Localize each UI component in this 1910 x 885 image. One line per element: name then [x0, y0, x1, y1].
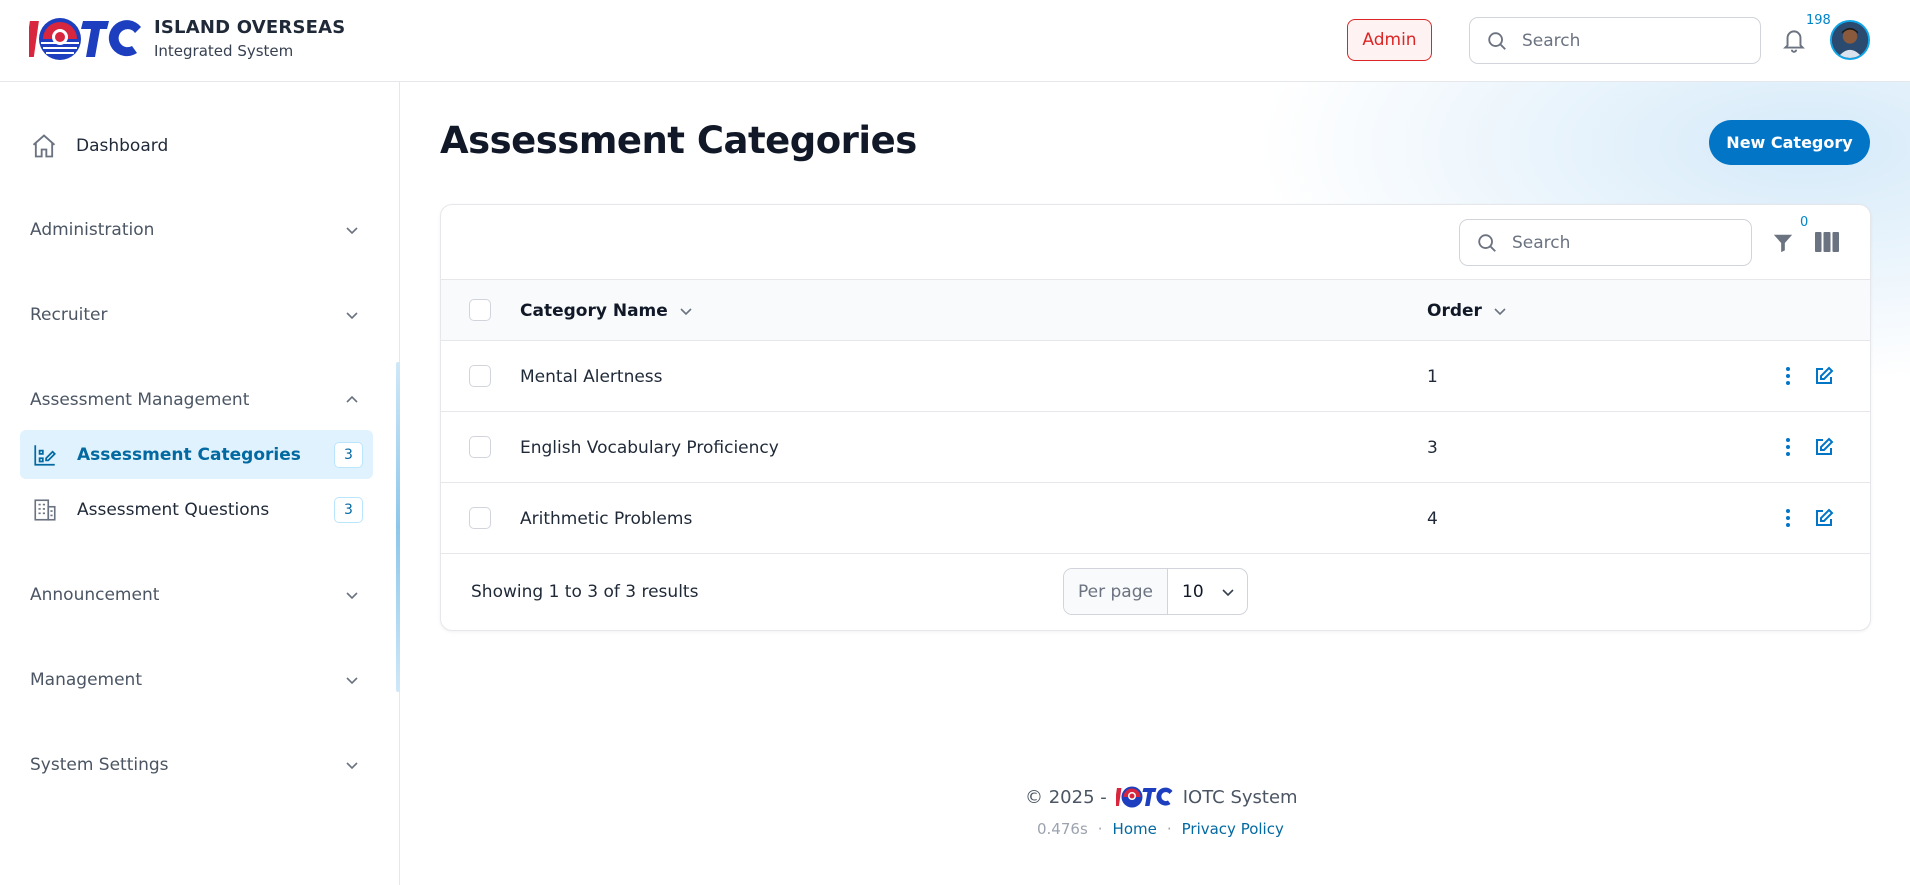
- order-cell: 3: [1427, 437, 1438, 458]
- category-name-cell: Mental Alertness: [520, 366, 663, 387]
- more-vertical-icon[interactable]: [1778, 507, 1798, 529]
- order-cell: 1: [1427, 366, 1438, 387]
- home-link[interactable]: Home: [1113, 820, 1157, 838]
- sidebar-item-assessment-categories[interactable]: Assessment Categories 3: [20, 430, 373, 479]
- per-page-value-text: 10: [1182, 581, 1204, 602]
- iotc-logo: [1115, 786, 1173, 808]
- sidebar-group-label: Administration: [30, 220, 155, 240]
- search-icon: [1488, 31, 1506, 50]
- filter-count-badge: 0: [1800, 215, 1809, 230]
- chevron-down-icon: [1494, 307, 1506, 315]
- role-badge[interactable]: Admin: [1347, 19, 1432, 61]
- sidebar-item-label: Dashboard: [76, 136, 169, 156]
- row-checkbox[interactable]: [469, 436, 491, 458]
- sidebar-group-label: Management: [30, 670, 142, 690]
- sidebar-group-assessment-management[interactable]: Assessment Management: [30, 385, 360, 415]
- iotc-logo: [29, 18, 141, 60]
- count-badge: 3: [334, 497, 363, 523]
- render-time: 0.476s: [1037, 820, 1088, 838]
- per-page-select[interactable]: Per page 10: [1063, 568, 1248, 615]
- columns-icon[interactable]: [1815, 232, 1839, 252]
- chevron-down-icon: [346, 227, 358, 235]
- chevron-up-icon: [346, 395, 358, 403]
- per-page-label: Per page: [1064, 569, 1168, 614]
- sidebar-group-administration[interactable]: Administration: [30, 215, 360, 245]
- bell-icon[interactable]: [1781, 26, 1807, 54]
- filter-icon[interactable]: [1772, 232, 1794, 254]
- column-header-category-name[interactable]: Category Name: [520, 280, 694, 341]
- sidebar-group-label: Assessment Management: [30, 390, 250, 410]
- sidebar-group-system-settings[interactable]: System Settings: [30, 750, 360, 780]
- table-row[interactable]: Mental Alertness 1: [441, 341, 1870, 412]
- table-row[interactable]: Arithmetic Problems 4: [441, 483, 1870, 554]
- sidebar-item-label: Assessment Categories: [77, 444, 301, 465]
- categories-table-card: 0 Category Name Order Mental Alertness 1: [440, 204, 1871, 631]
- sidebar-group-label: System Settings: [30, 755, 169, 775]
- questions-icon: [34, 498, 56, 521]
- global-search[interactable]: [1469, 17, 1761, 64]
- edit-icon[interactable]: [1814, 508, 1834, 528]
- column-label: Category Name: [520, 300, 668, 321]
- sidebar-group-label: Recruiter: [30, 305, 108, 325]
- more-vertical-icon[interactable]: [1778, 365, 1798, 387]
- brand-logo-area[interactable]: ISLAND OVERSEAS Integrated System: [29, 13, 345, 65]
- search-icon: [1478, 233, 1496, 252]
- avatar[interactable]: [1830, 20, 1870, 60]
- separator-dot: ·: [1166, 820, 1172, 838]
- sidebar-group-recruiter[interactable]: Recruiter: [30, 300, 360, 330]
- chevron-down-icon: [346, 312, 358, 320]
- category-name-cell: English Vocabulary Proficiency: [520, 437, 779, 458]
- page-title: Assessment Categories: [440, 119, 917, 162]
- table-row[interactable]: English Vocabulary Proficiency 3: [441, 412, 1870, 483]
- chevron-down-icon: [680, 307, 692, 315]
- home-icon: [32, 134, 56, 158]
- categories-icon: [34, 444, 56, 466]
- sidebar-item-label: Assessment Questions: [77, 499, 270, 520]
- per-page-value[interactable]: 10: [1168, 569, 1247, 614]
- user-avatar-image: [1832, 22, 1868, 58]
- privacy-policy-link[interactable]: Privacy Policy: [1182, 820, 1284, 838]
- copyright-text: © 2025 -: [1025, 786, 1107, 808]
- top-header: ISLAND OVERSEAS Integrated System Admin …: [0, 0, 1910, 82]
- table-header: Category Name Order: [441, 280, 1870, 341]
- notification-count: 198: [1804, 13, 1833, 28]
- chevron-down-icon: [346, 762, 358, 770]
- sidebar: Dashboard Administration Recruiter Asses…: [0, 82, 400, 885]
- chevron-down-icon: [346, 677, 358, 685]
- row-checkbox[interactable]: [469, 365, 491, 387]
- brand-subtitle: Integrated System: [154, 42, 294, 61]
- table-footer: Showing 1 to 3 of 3 results Per page 10: [441, 554, 1870, 630]
- edit-icon[interactable]: [1814, 366, 1834, 386]
- brand-title: ISLAND OVERSEAS: [154, 16, 346, 38]
- category-name-cell: Arithmetic Problems: [520, 508, 693, 529]
- count-badge: 3: [334, 442, 363, 468]
- table-toolbar: 0: [441, 205, 1870, 280]
- edit-icon[interactable]: [1814, 437, 1834, 457]
- select-all-checkbox[interactable]: [469, 299, 491, 321]
- results-summary: Showing 1 to 3 of 3 results: [471, 582, 699, 602]
- sidebar-group-label: Announcement: [30, 585, 160, 605]
- column-header-order[interactable]: Order: [1427, 280, 1508, 341]
- new-category-button[interactable]: New Category: [1709, 120, 1870, 165]
- column-label: Order: [1427, 300, 1482, 321]
- sidebar-group-announcement[interactable]: Announcement: [30, 580, 360, 610]
- sidebar-group-management[interactable]: Management: [30, 665, 360, 695]
- chevron-down-icon: [346, 592, 358, 600]
- global-search-input[interactable]: [1522, 30, 1742, 51]
- separator-dot: ·: [1097, 820, 1103, 838]
- table-search[interactable]: [1459, 219, 1752, 266]
- table-search-input[interactable]: [1512, 232, 1732, 253]
- sidebar-item-assessment-questions[interactable]: Assessment Questions 3: [20, 485, 373, 534]
- order-cell: 4: [1427, 508, 1438, 529]
- sidebar-item-dashboard[interactable]: Dashboard: [30, 130, 168, 162]
- system-name: IOTC System: [1182, 786, 1298, 808]
- more-vertical-icon[interactable]: [1778, 436, 1798, 458]
- row-checkbox[interactable]: [469, 507, 491, 529]
- chevron-down-icon: [1222, 588, 1234, 596]
- main-content: Assessment Categories New Category 0 Cat…: [400, 82, 1910, 885]
